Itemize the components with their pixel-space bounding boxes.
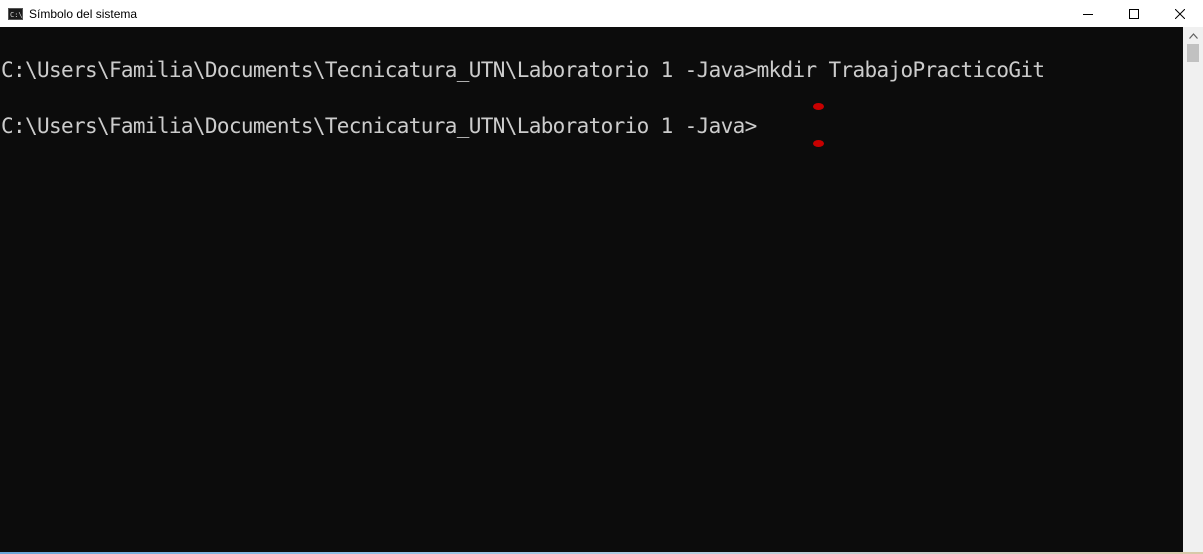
maximize-button[interactable] xyxy=(1111,0,1157,27)
console-prompt-line: C:\Users\Familia\Documents\Tecnicatura_U… xyxy=(1,114,757,138)
chevron-up-icon xyxy=(1188,32,1198,39)
text-cursor-top-marker xyxy=(813,103,824,110)
cmd-icon: C:\ xyxy=(8,7,23,20)
console-line: C:\Users\Familia\Documents\Tecnicatura_U… xyxy=(1,58,1045,82)
console-output[interactable]: C:\Users\Familia\Documents\Tecnicatura_U… xyxy=(0,27,1183,552)
scroll-up-button[interactable] xyxy=(1183,27,1203,44)
minimize-button[interactable] xyxy=(1065,0,1111,27)
window-title: Símbolo del sistema xyxy=(29,6,138,21)
command-prompt-window: C:\ Símbolo del sistema C:\Users\Familia… xyxy=(0,0,1203,554)
title-bar[interactable]: C:\ Símbolo del sistema xyxy=(0,0,1203,27)
maximize-icon xyxy=(1129,8,1139,19)
scroll-thumb[interactable] xyxy=(1187,44,1199,62)
text-cursor-bottom-marker xyxy=(813,140,824,147)
minimize-icon xyxy=(1083,13,1093,15)
window-controls xyxy=(1065,0,1203,27)
close-icon xyxy=(1175,8,1185,19)
close-button[interactable] xyxy=(1157,0,1203,27)
vertical-scrollbar[interactable] xyxy=(1183,27,1203,552)
